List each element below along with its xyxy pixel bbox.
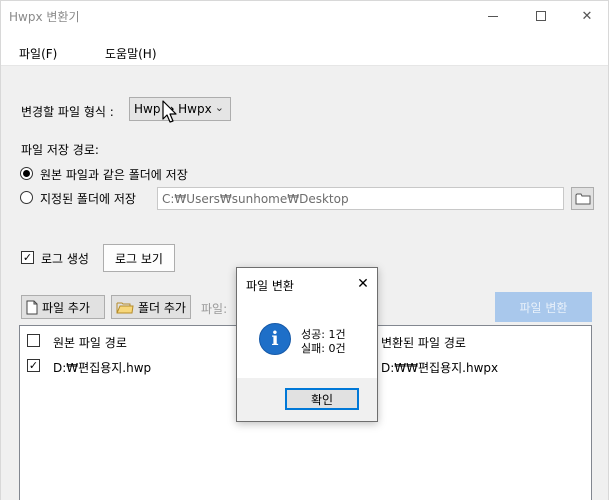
convert-button[interactable]: 파일 변환 (495, 292, 592, 322)
column-target-path[interactable]: 변환된 파일 경로 (381, 334, 466, 351)
add-file-button[interactable]: 파일 추가 (21, 295, 105, 319)
format-label: 변경할 파일 형식 : (21, 105, 114, 119)
file-icon (26, 300, 38, 314)
dialog-failure-count: 실패: 0건 (301, 342, 346, 355)
menu-file[interactable]: 파일(F) (19, 45, 57, 62)
close-button[interactable]: ✕ (564, 1, 609, 31)
browse-folder-button[interactable] (571, 187, 594, 210)
info-icon: i (259, 323, 291, 355)
radio-custom-folder[interactable] (20, 191, 33, 204)
file-count-label: 파일: (201, 302, 228, 316)
dialog-footer: 확인 (237, 378, 377, 421)
close-icon: ✕ (581, 8, 593, 24)
app-window: Hwpx 변환기 ✕ 파일(F) 도움말(H) 변경할 파일 형식 : Hwp … (0, 0, 609, 500)
close-icon: ✕ (357, 276, 369, 292)
dialog-title: 파일 변환 (246, 279, 294, 293)
chevron-down-icon: ⌄ (214, 101, 224, 114)
view-log-button[interactable]: 로그 보기 (103, 244, 175, 272)
log-checkbox[interactable]: ✓ (21, 251, 34, 264)
window-title: Hwpx 변환기 (9, 10, 80, 24)
folder-icon (116, 302, 134, 313)
radio-custom-folder-label[interactable]: 지정된 폴더에 저장 (40, 190, 136, 207)
menu-bar: 파일(F) 도움말(H) (1, 39, 608, 65)
maximize-button[interactable] (518, 1, 564, 31)
add-folder-label: 폴더 추가 (138, 300, 186, 315)
row-source-path: D:₩편집용지.hwp (53, 361, 152, 375)
dialog-body: i 성공: 1건 실패: 0건 (237, 302, 377, 378)
column-source-path[interactable]: 원본 파일 경로 (53, 334, 127, 351)
select-all-checkbox[interactable] (27, 334, 40, 347)
row-checkbox[interactable]: ✓ (27, 359, 40, 372)
conversion-result-dialog: 파일 변환 ✕ i 성공: 1건 실패: 0건 확인 (236, 267, 378, 422)
minimize-button[interactable] (470, 1, 516, 31)
minimize-icon (488, 15, 498, 17)
title-bar[interactable]: Hwpx 변환기 ✕ (1, 1, 608, 31)
ok-button[interactable]: 확인 (285, 388, 359, 410)
radio-same-folder-label[interactable]: 원본 파일과 같은 폴더에 저장 (40, 166, 188, 183)
row-target-path: D:₩₩편집용지.hwpx (381, 361, 499, 375)
add-file-label: 파일 추가 (42, 300, 90, 315)
save-path-input[interactable]: C:₩Users₩sunhome₩Desktop (157, 187, 564, 210)
format-select[interactable]: Hwp → Hwpx ⌄ (129, 97, 231, 121)
maximize-icon (536, 11, 546, 21)
menu-help[interactable]: 도움말(H) (105, 45, 157, 62)
add-folder-button[interactable]: 폴더 추가 (111, 295, 191, 319)
mouse-cursor-icon (162, 100, 177, 123)
radio-selected-dot (23, 170, 30, 177)
save-path-label: 파일 저장 경로: (21, 143, 99, 157)
radio-same-folder[interactable] (20, 167, 33, 180)
log-checkbox-label[interactable]: 로그 생성 (41, 250, 89, 267)
dialog-close-button[interactable]: ✕ (353, 274, 373, 294)
folder-icon (575, 193, 590, 204)
